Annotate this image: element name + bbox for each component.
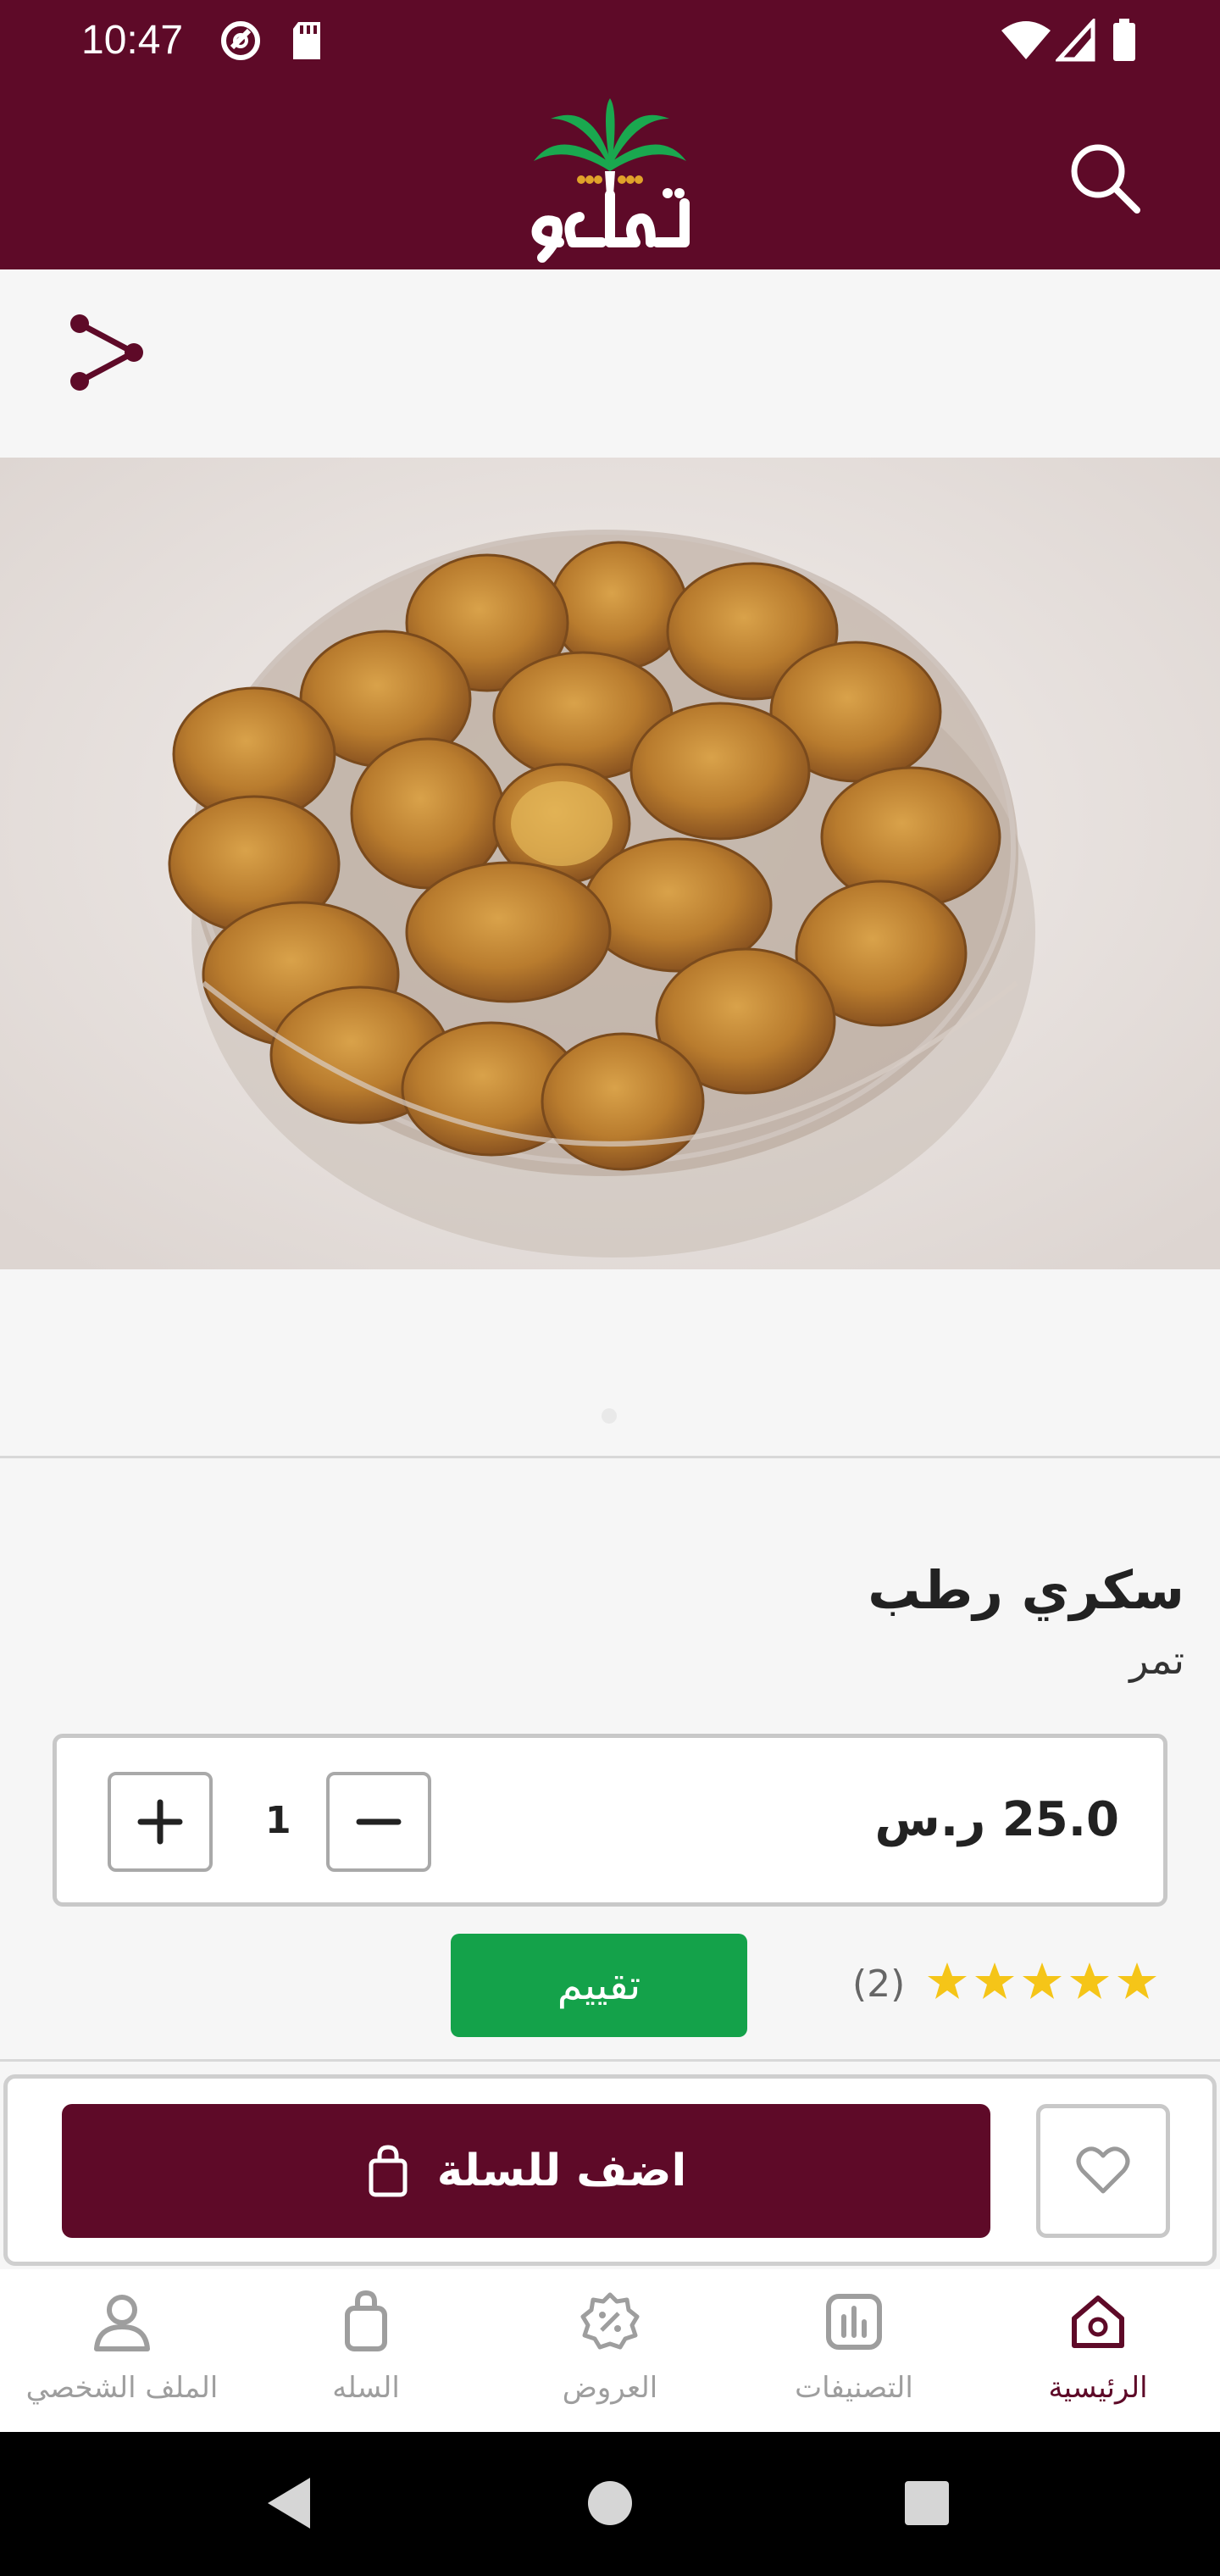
bottom-navigation: الرئيسية التصنيفات العروض السله الملف ال… bbox=[0, 2269, 1220, 2432]
status-bar: 10:47 bbox=[0, 0, 1220, 85]
rating-count: (2) bbox=[852, 1963, 906, 2006]
nav-offers[interactable]: العروض bbox=[488, 2288, 732, 2423]
star-icon bbox=[1023, 1963, 1062, 1999]
search-icon[interactable] bbox=[1064, 137, 1145, 219]
recents-icon[interactable] bbox=[903, 2479, 951, 2527]
increase-quantity-button[interactable] bbox=[108, 1772, 213, 1872]
decrease-quantity-button[interactable] bbox=[326, 1772, 431, 1872]
system-navigation-bar bbox=[0, 2432, 1220, 2576]
add-to-cart-button[interactable]: اضف للسلة bbox=[62, 2104, 990, 2238]
gallery-pager bbox=[0, 1269, 1220, 1457]
shopping-bag-icon bbox=[345, 2290, 387, 2351]
status-time: 10:47 bbox=[81, 18, 184, 63]
favorite-button[interactable] bbox=[1036, 2104, 1170, 2238]
rating-stars bbox=[928, 1963, 1156, 1999]
divider bbox=[0, 2059, 1220, 2062]
back-icon[interactable] bbox=[264, 2474, 315, 2532]
product-name: سكري رطب bbox=[868, 1559, 1184, 1621]
star-icon bbox=[1117, 1963, 1156, 1999]
share-icon[interactable] bbox=[64, 310, 149, 395]
battery-icon bbox=[1113, 19, 1135, 61]
home-circle-icon[interactable] bbox=[585, 2478, 635, 2529]
action-bar: اضف للسلة bbox=[3, 2074, 1217, 2266]
star-icon bbox=[1070, 1963, 1109, 1999]
nav-cart-label: السله bbox=[332, 2371, 400, 2405]
star-icon bbox=[975, 1963, 1014, 1999]
nav-profile-label: الملف الشخصي bbox=[25, 2371, 219, 2405]
product-category: تمر bbox=[1129, 1637, 1184, 1683]
nav-offers-label: العروض bbox=[562, 2371, 658, 2405]
minus-icon bbox=[356, 1818, 402, 1825]
nav-home[interactable]: الرئيسية bbox=[976, 2288, 1220, 2423]
shopping-bag-icon bbox=[369, 2145, 408, 2197]
pager-dot[interactable] bbox=[602, 1408, 617, 1424]
share-bar bbox=[0, 269, 1220, 458]
divider bbox=[0, 1456, 1220, 1458]
home-icon bbox=[1072, 2296, 1124, 2348]
do-not-disturb-icon bbox=[221, 21, 260, 60]
dates-box-photo bbox=[0, 458, 1220, 1269]
signal-icon bbox=[1056, 19, 1095, 62]
price-quantity-box: 1 25.0 ر.س bbox=[53, 1734, 1167, 1907]
star-icon bbox=[928, 1963, 967, 1999]
tamraco-logo bbox=[531, 98, 690, 263]
offers-badge-icon bbox=[580, 2292, 640, 2350]
quantity-value: 1 bbox=[265, 1799, 291, 1842]
product-price: 25.0 ر.س bbox=[874, 1792, 1119, 1847]
app-bar bbox=[0, 85, 1220, 269]
nav-categories-label: التصنيفات bbox=[795, 2371, 913, 2405]
nav-cart[interactable]: السله bbox=[244, 2288, 488, 2423]
categories-icon bbox=[826, 2294, 882, 2350]
sd-card-icon bbox=[293, 22, 320, 59]
add-to-cart-label: اضف للسلة bbox=[436, 2146, 687, 2196]
product-image[interactable] bbox=[0, 458, 1220, 1269]
profile-icon bbox=[94, 2295, 150, 2351]
nav-home-label: الرئيسية bbox=[1048, 2371, 1148, 2405]
nav-profile[interactable]: الملف الشخصي bbox=[0, 2288, 244, 2423]
plus-icon bbox=[137, 1799, 183, 1845]
heart-icon bbox=[1076, 2146, 1130, 2194]
wifi-icon bbox=[1001, 21, 1051, 59]
nav-categories[interactable]: التصنيفات bbox=[732, 2288, 976, 2423]
rate-button[interactable]: تقييم bbox=[451, 1934, 747, 2037]
